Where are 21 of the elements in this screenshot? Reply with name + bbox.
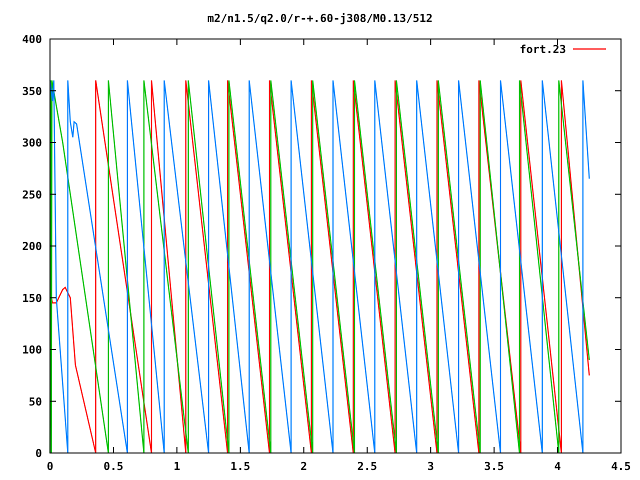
tick-label: 4.5 [611, 460, 631, 473]
tick-label: 1.5 [230, 460, 250, 473]
tick-label: 2.5 [357, 460, 378, 473]
tick-label: 50 [28, 395, 42, 408]
tick-label: 4 [554, 460, 561, 473]
tick-label: 250 [22, 188, 42, 202]
tick-label: 300 [22, 136, 42, 150]
tick-label: 0.5 [104, 460, 124, 473]
tick-label: 0 [46, 460, 54, 473]
tick-label: 350 [22, 84, 42, 98]
tick-label: 3.5 [484, 460, 504, 473]
tick-label: 3 [427, 460, 434, 473]
tick-label: 0 [35, 447, 42, 460]
tick-label: 100 [22, 344, 42, 356]
tick-label: 150 [22, 292, 42, 305]
chart-title: m2/n1.5/q2.0/r-+.60-j308/M0.13/512 [207, 12, 433, 25]
tick-label: 400 [22, 33, 42, 46]
tick-label: 200 [22, 240, 42, 253]
legend-label: fort.23 [520, 43, 566, 56]
tick-label: 1 [174, 460, 180, 473]
tick-label: 2 [300, 460, 308, 473]
